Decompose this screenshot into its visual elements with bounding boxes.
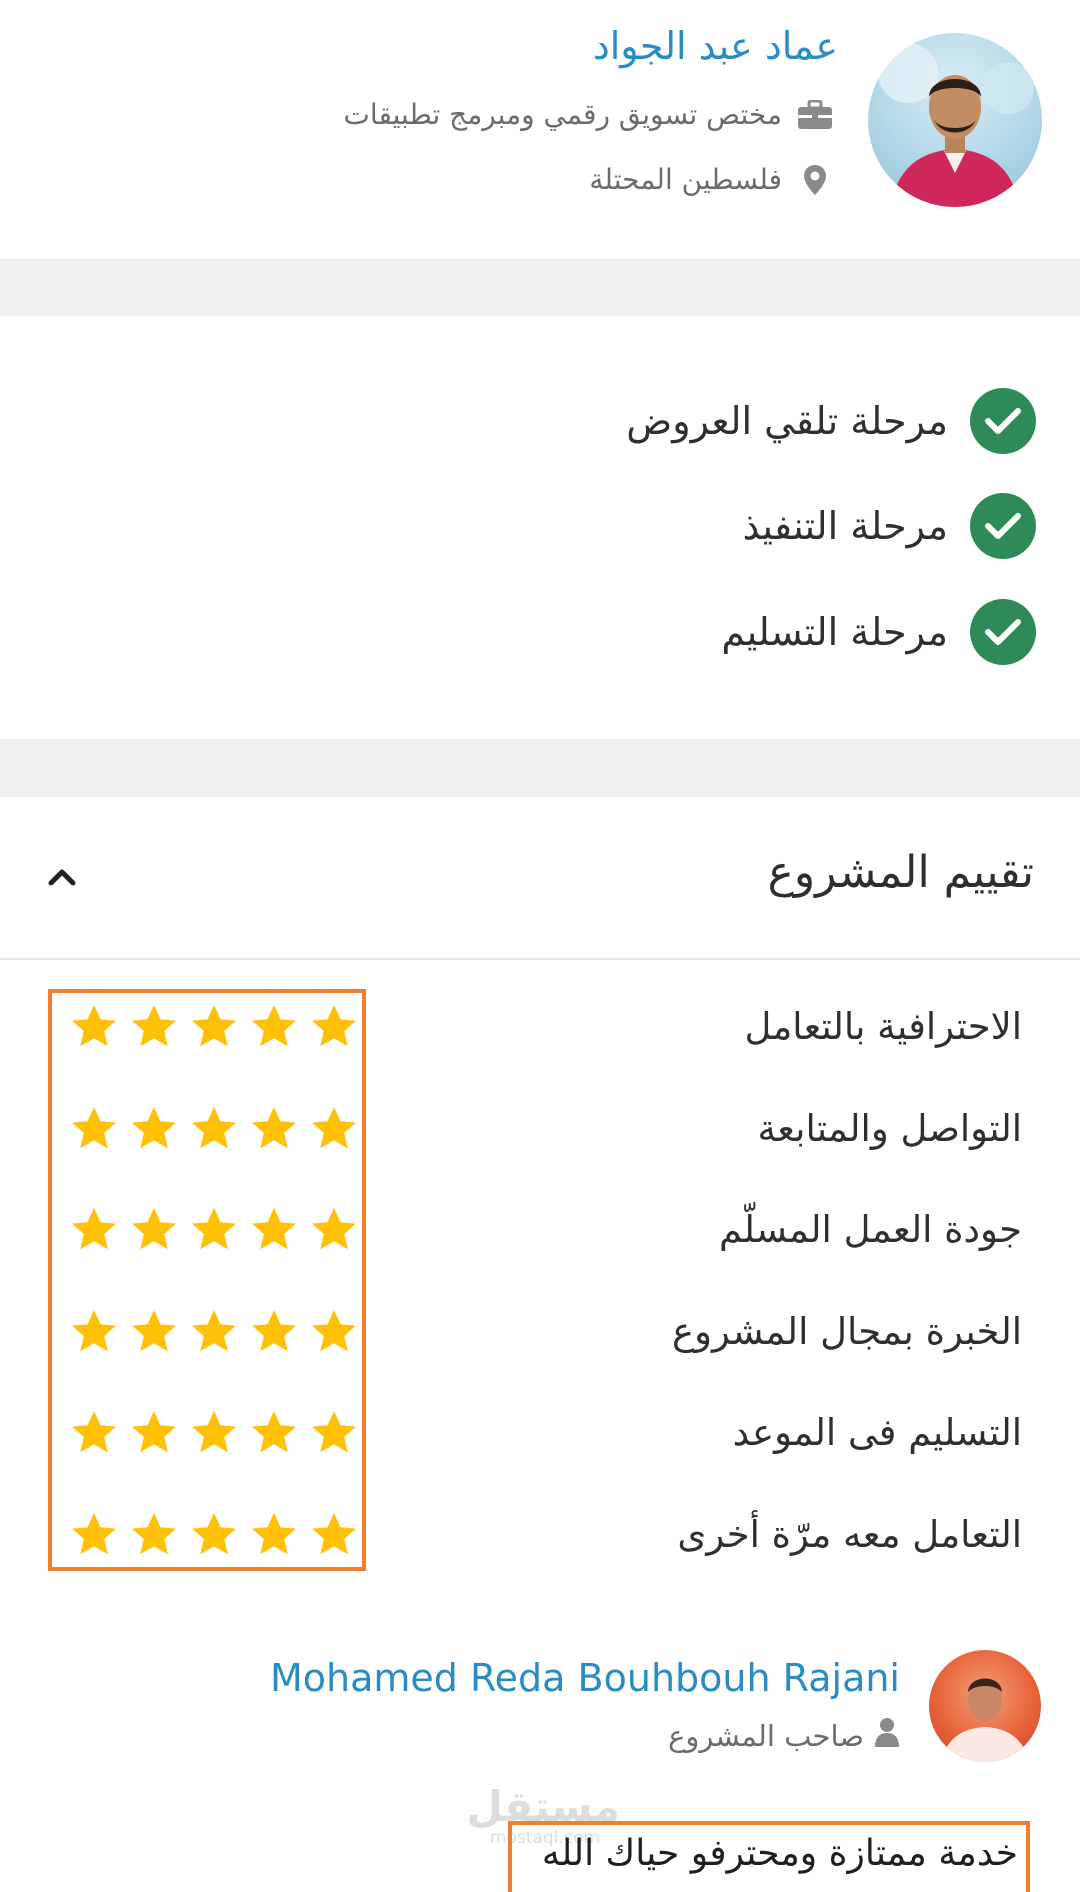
- star-rating: [70, 1409, 358, 1457]
- stage-item: مرحلة التنفيذ: [742, 491, 1036, 561]
- map-pin-icon: [796, 164, 834, 196]
- rating-criterion-label: الخبرة بمجال المشروع: [672, 1310, 1022, 1353]
- star-rating: [70, 1105, 358, 1153]
- reviewer-name[interactable]: Mohamed Reda Bouhbouh Rajani: [270, 1656, 900, 1700]
- freelancer-name[interactable]: عماد عبد الجواد: [593, 24, 838, 68]
- star-icon: [192, 1208, 236, 1250]
- chevron-up-icon[interactable]: [40, 855, 84, 899]
- rating-criterion-label: الاحترافية بالتعامل: [744, 1005, 1022, 1048]
- briefcase-icon: [796, 99, 834, 130]
- stage-label: مرحلة التنفيذ: [742, 504, 948, 548]
- star-icon: [132, 1107, 176, 1149]
- star-icon: [312, 1310, 356, 1352]
- reviewer-avatar[interactable]: [929, 1650, 1041, 1762]
- star-rating: [70, 1003, 358, 1051]
- star-icon: [252, 1411, 296, 1453]
- star-icon: [252, 1513, 296, 1555]
- rating-criterion-label: التسليم فى الموعد: [732, 1411, 1022, 1454]
- stars-highlight-frame: [48, 989, 366, 1571]
- star-icon: [132, 1513, 176, 1555]
- stage-item: مرحلة التسليم: [721, 597, 1036, 667]
- freelancer-job-title: مختص تسويق رقمي ومبرمج تطبيقات: [343, 98, 782, 131]
- star-icon: [312, 1208, 356, 1250]
- rating-title: تقييم المشروع: [767, 847, 1034, 898]
- star-rating: [70, 1511, 358, 1559]
- check-circle-icon: [970, 599, 1036, 665]
- star-icon: [312, 1107, 356, 1149]
- star-icon: [132, 1310, 176, 1352]
- stage-item: مرحلة تلقي العروض: [626, 386, 1036, 456]
- star-rating: [70, 1308, 358, 1356]
- star-icon: [72, 1107, 116, 1149]
- star-icon: [252, 1107, 296, 1149]
- user-icon: [874, 1717, 900, 1754]
- review-comment: خدمة ممتازة ومحترفو حياك الله: [541, 1833, 1018, 1874]
- star-rating: [70, 1206, 358, 1254]
- star-icon: [72, 1411, 116, 1453]
- reviewer-role-row: صاحب المشروع: [668, 1717, 900, 1754]
- reviewer-role: صاحب المشروع: [668, 1718, 864, 1753]
- rating-header[interactable]: تقييم المشروع: [0, 797, 1080, 960]
- review-comment-frame: خدمة ممتازة ومحترفو حياك الله: [508, 1821, 1030, 1892]
- freelancer-job-row: مختص تسويق رقمي ومبرمج تطبيقات: [344, 98, 834, 131]
- rating-criterion-label: التعامل معه مرّة أخرى: [677, 1513, 1022, 1556]
- star-icon: [192, 1005, 236, 1047]
- check-circle-icon: [970, 388, 1036, 454]
- star-icon: [192, 1107, 236, 1149]
- star-icon: [192, 1513, 236, 1555]
- star-icon: [132, 1005, 176, 1047]
- star-icon: [252, 1310, 296, 1352]
- star-icon: [132, 1208, 176, 1250]
- star-icon: [192, 1310, 236, 1352]
- freelancer-card: عماد عبد الجواد مختص تسويق رقمي ومبرمج ت…: [0, 0, 1080, 258]
- section-divider: [0, 739, 1080, 797]
- star-icon: [312, 1513, 356, 1555]
- star-icon: [132, 1411, 176, 1453]
- star-icon: [312, 1005, 356, 1047]
- section-divider: [0, 258, 1080, 316]
- star-icon: [252, 1208, 296, 1250]
- freelancer-location: فلسطين المحتلة: [589, 163, 782, 196]
- rating-criterion-label: جودة العمل المسلّم: [718, 1208, 1022, 1251]
- star-icon: [252, 1005, 296, 1047]
- star-icon: [72, 1310, 116, 1352]
- star-icon: [72, 1005, 116, 1047]
- star-icon: [72, 1513, 116, 1555]
- stage-label: مرحلة تلقي العروض: [626, 399, 948, 443]
- star-icon: [192, 1411, 236, 1453]
- check-circle-icon: [970, 493, 1036, 559]
- stage-label: مرحلة التسليم: [721, 610, 948, 654]
- rating-criterion-label: التواصل والمتابعة: [757, 1107, 1022, 1150]
- star-icon: [72, 1208, 116, 1250]
- freelancer-location-row: فلسطين المحتلة: [589, 163, 834, 196]
- freelancer-avatar[interactable]: [868, 33, 1042, 207]
- star-icon: [312, 1411, 356, 1453]
